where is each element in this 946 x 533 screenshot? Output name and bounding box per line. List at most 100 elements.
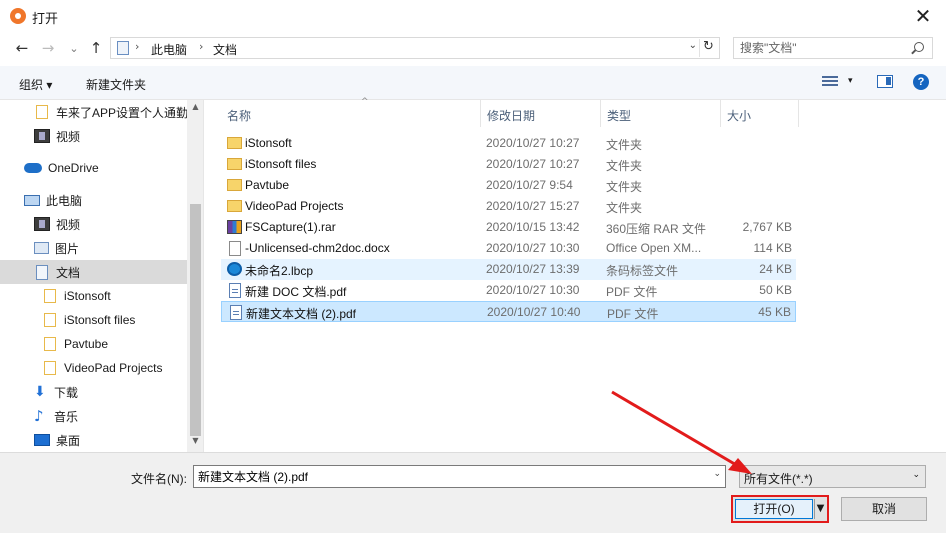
file-date: 2020/10/27 10:30: [486, 283, 580, 297]
file-size: 114 KB: [753, 241, 792, 255]
scroll-up-icon[interactable]: ▲: [187, 102, 203, 116]
folder-icon: [44, 313, 56, 327]
breadcrumb-separator: ›: [135, 40, 140, 53]
nav-item-videos-pc[interactable]: 视频: [0, 212, 187, 236]
file-type-dropdown-icon[interactable]: ⌄: [912, 470, 920, 480]
new-folder-button[interactable]: 新建文件夹: [86, 76, 146, 93]
column-header-label: 修改日期: [487, 109, 536, 123]
title-bar: 打开 ✕: [0, 0, 946, 32]
nav-item-pavtube[interactable]: Pavtube: [0, 332, 187, 356]
file-row[interactable]: 新建 DOC 文档.pdf 2020/10/27 10:30 PDF 文件 50 KB: [221, 280, 796, 301]
nav-item-label: 图片: [55, 241, 80, 256]
breadcrumb-this-pc[interactable]: 此电脑: [151, 41, 187, 58]
file-date: 2020/10/27 15:27: [486, 199, 580, 213]
recent-locations-icon[interactable]: ⌄: [64, 38, 84, 58]
file-type: Office Open XM...: [606, 241, 702, 255]
onedrive-cloud-icon: [24, 163, 42, 173]
filename-dropdown-icon[interactable]: ⌄: [713, 469, 721, 479]
file-row[interactable]: iStonsoft files 2020/10/27 10:27 文件夹: [221, 154, 796, 175]
file-date: 2020/10/27 10:30: [486, 241, 580, 255]
nav-item-label: 车来了APP设置个人通勤: [56, 105, 189, 120]
close-button[interactable]: ✕: [900, 0, 946, 32]
address-dropdown-icon[interactable]: ⌄: [689, 40, 697, 51]
breadcrumb-documents[interactable]: 文档: [213, 41, 237, 58]
nav-item-videopad-projects[interactable]: VideoPad Projects: [0, 356, 187, 380]
up-arrow-icon[interactable]: ↑: [86, 38, 106, 58]
nav-item-label: 音乐: [54, 409, 79, 424]
column-header-name[interactable]: 名称 ^: [221, 97, 481, 127]
file-date: 2020/10/27 10:27: [486, 157, 580, 171]
column-header-label: 类型: [607, 109, 632, 123]
cancel-button[interactable]: 取消: [841, 497, 927, 521]
open-options-dropdown-icon[interactable]: ▼: [814, 499, 826, 519]
scrollbar-thumb[interactable]: [190, 204, 201, 436]
file-size: 50 KB: [759, 283, 792, 297]
column-header-label: 大小: [727, 109, 752, 123]
file-type-filter[interactable]: 所有文件(*.*) ⌄: [739, 465, 926, 488]
rar-file-icon: [227, 220, 242, 234]
preview-pane-icon[interactable]: [877, 75, 893, 88]
nav-item-istonsoft-files[interactable]: iStonsoft files: [0, 308, 187, 332]
file-row[interactable]: -Unlicensed-chm2doc.docx 2020/10/27 10:30…: [221, 238, 796, 259]
file-name: iStonsoft: [245, 136, 292, 150]
nav-item-label: 视频: [56, 217, 81, 232]
nav-item-videos[interactable]: 视频: [0, 124, 187, 148]
nav-item-desktop[interactable]: 桌面: [0, 428, 187, 452]
nav-item-commute-folder[interactable]: 车来了APP设置个人通勤: [0, 100, 189, 124]
file-type: 文件夹: [606, 201, 643, 215]
filename-input[interactable]: [194, 466, 699, 487]
location-icon: [117, 41, 129, 55]
folder-icon: [44, 337, 56, 351]
back-arrow-icon[interactable]: ←: [12, 38, 32, 58]
search-input[interactable]: [734, 38, 904, 58]
open-button[interactable]: 打开(O): [735, 499, 813, 519]
picture-icon: [34, 242, 49, 254]
sort-ascending-icon: ^: [361, 97, 369, 107]
nav-item-documents[interactable]: 文档: [0, 260, 187, 284]
docx-file-icon: [229, 241, 241, 256]
forward-arrow-icon[interactable]: →: [38, 38, 58, 58]
file-row[interactable]: 新建文本文档 (2).pdf 2020/10/27 10:40 PDF 文件 45 K…: [221, 301, 796, 322]
download-arrow-icon: ⬇: [34, 384, 46, 400]
file-row[interactable]: Pavtube 2020/10/27 9:54 文件夹: [221, 175, 796, 196]
view-options-icon[interactable]: [822, 76, 838, 88]
nav-item-label: VideoPad Projects: [64, 361, 163, 375]
file-date: 2020/10/27 10:27: [486, 136, 580, 150]
address-bar[interactable]: › 此电脑 › 文档 ⌄ ↻: [110, 37, 720, 59]
view-dropdown-icon[interactable]: ▾: [848, 76, 853, 86]
scroll-down-icon[interactable]: ▼: [187, 436, 203, 450]
column-header-date[interactable]: 修改日期: [481, 100, 601, 127]
filename-combobox[interactable]: ⌄: [193, 465, 726, 488]
organize-button[interactable]: 组织 ▾: [19, 76, 52, 93]
search-box[interactable]: [733, 37, 933, 59]
nav-item-label: OneDrive: [48, 161, 99, 175]
nav-item-this-pc[interactable]: 此电脑: [0, 188, 187, 212]
file-type: PDF 文件: [606, 285, 658, 299]
search-icon: [914, 42, 924, 52]
nav-item-downloads[interactable]: ⬇ 下载: [0, 380, 187, 404]
bottom-panel: 文件名(N): ⌄ 所有文件(*.*) ⌄ 打开(O) ▼ 取消: [0, 452, 946, 533]
pdf-file-icon: [229, 283, 241, 298]
nav-item-onedrive[interactable]: OneDrive: [0, 156, 187, 180]
file-row[interactable]: FSCapture(1).rar 2020/10/15 13:42 360压缩 RA…: [221, 217, 796, 238]
refresh-icon[interactable]: ↻: [699, 39, 717, 57]
file-row[interactable]: iStonsoft 2020/10/27 10:27 文件夹: [221, 133, 796, 154]
file-row[interactable]: 未命名2.lbcp 2020/10/27 13:39 条码标签文件 24 KB: [221, 259, 796, 280]
file-type: 360压缩 RAR 文件: [606, 222, 707, 236]
file-row[interactable]: VideoPad Projects 2020/10/27 15:27 文件夹: [221, 196, 796, 217]
folder-icon: [36, 105, 48, 119]
file-type: 文件夹: [606, 138, 643, 152]
nav-item-pictures[interactable]: 图片: [0, 236, 187, 260]
file-name: 未命名2.lbcp: [245, 264, 314, 278]
file-name: 新建文本文档 (2).pdf: [246, 307, 357, 321]
help-icon[interactable]: ?: [913, 74, 929, 90]
nav-scrollbar[interactable]: ▲ ▼: [187, 100, 203, 452]
nav-item-istonsoft[interactable]: iStonsoft: [0, 284, 187, 308]
nav-item-music[interactable]: ♪ 音乐: [0, 404, 187, 428]
file-size: 24 KB: [759, 262, 792, 276]
file-date: 2020/10/27 10:40: [487, 305, 581, 319]
column-header-type[interactable]: 类型: [601, 100, 721, 127]
column-header-size[interactable]: 大小: [721, 100, 799, 127]
window-title: 打开: [32, 11, 59, 26]
nav-item-label: 此电脑: [46, 193, 83, 208]
